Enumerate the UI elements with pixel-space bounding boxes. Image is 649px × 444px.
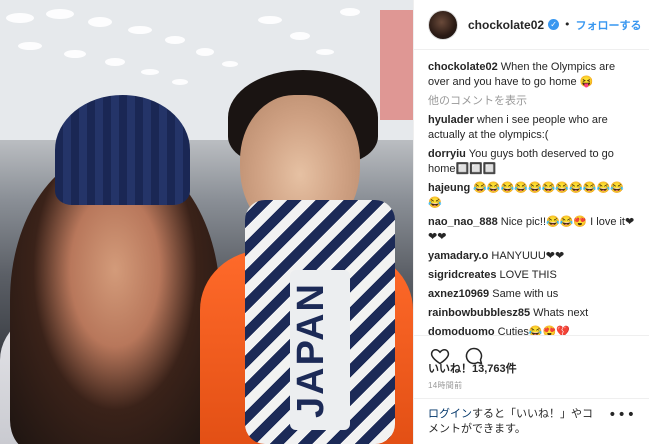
- comment-item: domoduomo Cuties😂😍💔: [428, 325, 635, 335]
- login-bar: ログインすると「いいね！」やコメントができます。 •••: [414, 398, 649, 444]
- comment-username[interactable]: yamadary.o: [428, 250, 488, 262]
- comment-text: LOVE THIS: [496, 269, 557, 281]
- more-options-icon[interactable]: •••: [608, 407, 636, 423]
- comment-username[interactable]: hyulader: [428, 114, 474, 126]
- caption-username[interactable]: chockolate02: [428, 61, 498, 73]
- comment-username[interactable]: hajeung: [428, 182, 470, 194]
- comment-item: nao_nao_888 Nice pic!!😂😂😍 I love it❤❤❤: [428, 215, 635, 245]
- separator-dot: •: [564, 18, 571, 31]
- likes-count[interactable]: いいね！13,763件: [428, 360, 517, 376]
- comment-username[interactable]: sigridcreates: [428, 269, 496, 281]
- comment-item: sigridcreates LOVE THIS: [428, 268, 635, 283]
- post-sidebar: chockolate02 ✓ • フォローする chockolate02 Whe…: [413, 0, 649, 444]
- comment-username[interactable]: domoduomo: [428, 326, 495, 335]
- post-username[interactable]: chockolate02: [468, 18, 544, 32]
- comment-text: HANYUUU❤❤: [488, 250, 565, 262]
- post-header: chockolate02 ✓ • フォローする: [414, 0, 649, 50]
- comment-item: axnez10969 Same with us: [428, 287, 635, 302]
- comment-item: rainbowbubblesz85 Whats next: [428, 306, 635, 321]
- comment-item: hajeung 😂😂😂😂😂😂😂😂😂😂😂😂: [428, 181, 635, 211]
- login-link[interactable]: ログイン: [428, 408, 472, 420]
- view-more-comments-link[interactable]: 他のコメントを表示: [428, 94, 635, 109]
- login-prompt: ログインすると「いいね！」やコメントができます。: [428, 407, 602, 437]
- comment-item: hyulader when i see people who are actua…: [428, 113, 635, 143]
- post-timestamp[interactable]: 14時間前: [428, 380, 462, 391]
- caption: chockolate02 When the Olympics are over …: [428, 60, 635, 90]
- comment-item: dorryiu You guys both deserved to go hom…: [428, 147, 635, 177]
- comment-username[interactable]: dorryiu: [428, 148, 466, 160]
- usa-beanie: [55, 95, 190, 205]
- verified-icon: ✓: [548, 19, 560, 30]
- comment-list: chockolate02 When the Olympics are over …: [414, 50, 649, 335]
- comment-item: yamadary.o HANYUUU❤❤: [428, 249, 635, 264]
- comment-username[interactable]: axnez10969: [428, 288, 489, 300]
- post-photo[interactable]: JAPAN: [0, 0, 413, 444]
- comment-text: Same with us: [489, 288, 559, 300]
- comment-text: Whats next: [530, 307, 589, 319]
- comment-username[interactable]: nao_nao_888: [428, 216, 498, 228]
- comment-username[interactable]: rainbowbubblesz85: [428, 307, 530, 319]
- avatar[interactable]: [428, 9, 458, 40]
- comment-text: Cuties😂😍💔: [494, 326, 570, 335]
- follow-button[interactable]: フォローする: [576, 17, 642, 33]
- scarf-text: JAPAN: [290, 270, 350, 430]
